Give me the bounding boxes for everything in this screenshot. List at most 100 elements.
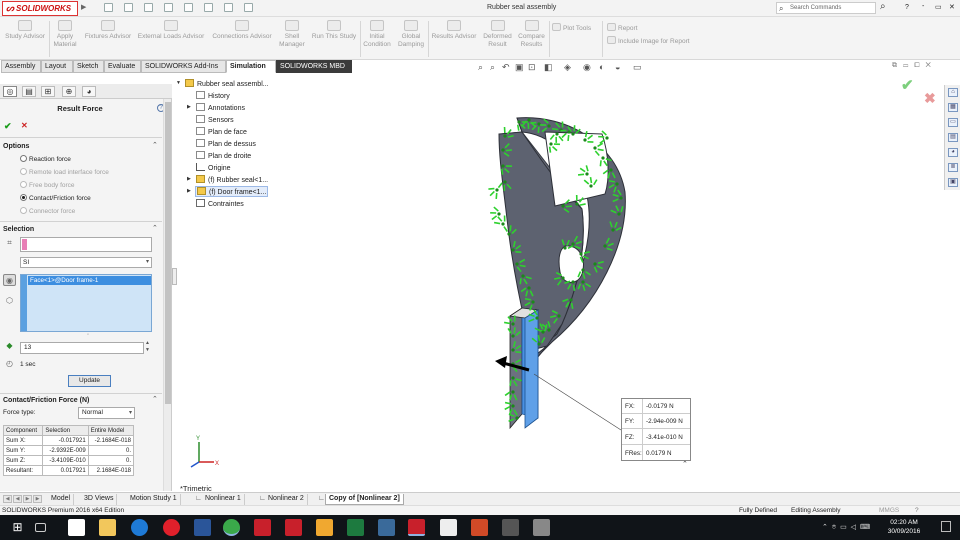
tab-assembly[interactable]: Assembly [1, 60, 41, 73]
selection-header[interactable]: Selection [3, 226, 34, 233]
opera-icon[interactable] [163, 519, 180, 536]
tab-simulation[interactable]: Simulation [226, 60, 276, 73]
selection-collapse-icon[interactable]: ⌃ [152, 224, 158, 232]
store-icon[interactable] [68, 519, 85, 536]
undo-icon[interactable] [184, 3, 193, 12]
apply-scene-icon[interactable]: ◒ [615, 62, 620, 72]
search-commands-input[interactable]: ⌕ Search Commands [776, 2, 876, 14]
document-window-controls[interactable]: ⧉▭⧠✕ [892, 62, 937, 70]
first-tab-icon[interactable]: ◀ [3, 495, 12, 503]
tree-item-rubber-seal[interactable]: (f) Rubber seal<1... [196, 175, 268, 184]
notifications-icon[interactable] [941, 521, 951, 532]
property-manager-tab-icon[interactable]: ▤ [22, 86, 36, 97]
zoom-to-fit-icon[interactable]: ⌕ [478, 62, 483, 72]
folder-app-icon[interactable] [316, 519, 333, 536]
last-tab-icon[interactable]: ▶ [33, 495, 42, 503]
rebuild-icon[interactable] [224, 3, 233, 12]
tab-solidworks-addins[interactable]: SOLIDWORKS Add-Ins [141, 60, 226, 73]
tree-item-root[interactable]: Rubber seal assembl... [185, 79, 269, 88]
options-collapse-icon[interactable]: ⌃ [152, 141, 158, 149]
initial-condition-button[interactable]: Initial Condition [361, 20, 393, 49]
options-header[interactable]: Options [3, 143, 29, 150]
design-library-icon[interactable]: ▦ [948, 103, 958, 112]
appearances-icon[interactable]: ◕ [948, 148, 958, 157]
chrome-icon[interactable] [223, 519, 240, 536]
pm-scrollbar[interactable] [163, 99, 171, 491]
results-advisor-button[interactable]: Results Advisor [429, 20, 479, 41]
tab-evaluate[interactable]: Evaluate [104, 60, 141, 73]
select-icon[interactable] [204, 3, 213, 12]
connections-advisor-button[interactable]: Connections Advisor [209, 20, 275, 41]
configuration-manager-tab-icon[interactable]: ⊞ [41, 86, 55, 97]
tree-item-door-frame[interactable]: (f) Door frame<1... [195, 186, 269, 197]
global-damping-button[interactable]: Global Damping [395, 20, 427, 49]
confirm-corner-check-icon[interactable]: ✔ [901, 76, 914, 94]
prev-tab-icon[interactable]: ◀ [13, 495, 22, 503]
edit-appearance-icon[interactable]: ◐ [599, 62, 604, 72]
next-tab-icon[interactable]: ▶ [23, 495, 32, 503]
units-select[interactable]: SI ▾ [20, 257, 152, 268]
save-icon[interactable] [144, 3, 153, 12]
model-viewport[interactable]: Y X [177, 74, 943, 489]
solidworks-logo[interactable]: ᔕ SOLIDWORKS [2, 1, 78, 16]
search-icon[interactable]: ⌕ [880, 1, 886, 12]
simulation-manager-tab-icon[interactable]: ◎ [3, 86, 17, 97]
display-manager-tab-icon[interactable]: ◕ [82, 86, 96, 97]
solidworks-2016-icon[interactable] [285, 519, 302, 536]
custom-properties-icon[interactable]: ≣ [948, 163, 958, 172]
open-document-icon[interactable] [124, 3, 133, 12]
contact-collapse-icon[interactable]: ⌃ [152, 395, 158, 403]
tree-item-top-plane[interactable]: Plan de dessus [196, 139, 256, 148]
ok-check-icon[interactable]: ✔ [4, 121, 12, 132]
selected-face-item[interactable]: Face<1>@Door frame-1 [28, 276, 151, 285]
tree-item-sensors[interactable]: Sensors [196, 115, 234, 124]
tab-nonlinear-2[interactable]: Nonlinear 2 [265, 494, 308, 505]
apply-material-button[interactable]: Apply Material [50, 20, 80, 49]
run-study-button[interactable]: Run This Study [309, 20, 359, 41]
view-settings-icon[interactable]: ▭ [633, 62, 642, 72]
solution-step-input[interactable]: 13 [20, 342, 144, 354]
options-gear-icon[interactable] [244, 3, 253, 12]
reaction-force-radio[interactable]: Reaction force [20, 155, 71, 163]
selected-faces-list[interactable]: Face<1>@Door frame-1 [20, 274, 152, 332]
tab-copy-of-nonlinear-2[interactable]: Copy of [Nonlinear 2] [325, 494, 404, 505]
force-type-select[interactable]: Normal ▾ [78, 407, 135, 419]
external-loads-advisor-button[interactable]: External Loads Advisor [135, 20, 207, 41]
compare-results-button[interactable]: Compare Results [515, 20, 548, 49]
print-icon[interactable] [164, 3, 173, 12]
close-button[interactable]: ✕ [949, 3, 955, 11]
include-image-report-button[interactable]: Include Image for Report [607, 36, 707, 46]
tab-layout[interactable]: Layout [41, 60, 73, 73]
photos-icon[interactable] [440, 519, 457, 536]
tab-sketch[interactable]: Sketch [73, 60, 104, 73]
new-document-icon[interactable] [104, 3, 113, 12]
view-palette-icon[interactable]: ▤ [948, 133, 958, 142]
tree-item-history[interactable]: History [196, 91, 230, 100]
study-advisor-button[interactable]: Study Advisor [3, 20, 47, 41]
resize-handle-icon[interactable]: ◦ [87, 332, 89, 338]
tab-3d-views[interactable]: 3D Views [81, 494, 118, 505]
solidworks-2015-icon[interactable] [254, 519, 271, 536]
tab-model[interactable]: Model [48, 494, 75, 505]
file-explorer-taskbar-icon[interactable] [99, 519, 116, 536]
graphics-area[interactable]: Y X [177, 74, 943, 489]
minimize-button[interactable]: - [922, 3, 924, 10]
display-style-icon[interactable]: ◈ [564, 62, 571, 72]
task-view-icon[interactable] [35, 523, 46, 532]
tree-item-mates[interactable]: Contraintes [196, 199, 244, 208]
app-icon[interactable] [378, 519, 395, 536]
step-spinner-icon[interactable]: ▲ ▼ [145, 340, 150, 354]
edge-icon[interactable] [131, 519, 148, 536]
view-orientation-icon[interactable]: ◧ [544, 62, 553, 72]
expand-arrow-icon[interactable]: ▶ [187, 104, 191, 110]
system-tray-icons[interactable]: ⌃⌾▭◁⌨ [822, 523, 874, 532]
home-icon[interactable]: ⌂ [948, 88, 958, 97]
contact-friction-header[interactable]: Contact/Friction Force (N) [3, 397, 89, 404]
tree-item-right-plane[interactable]: Plan de droite [196, 151, 251, 160]
tab-solidworks-mbd[interactable]: SOLIDWORKS MBD [276, 60, 352, 73]
expand-arrow-icon[interactable]: ▶ [187, 188, 191, 194]
fixtures-advisor-button[interactable]: Fixtures Advisor [82, 20, 134, 41]
help-button[interactable]: ? [905, 4, 909, 11]
tree-item-annotations[interactable]: Annotations [196, 103, 245, 112]
readout-collapse-icon[interactable]: ⌃ [682, 460, 688, 468]
